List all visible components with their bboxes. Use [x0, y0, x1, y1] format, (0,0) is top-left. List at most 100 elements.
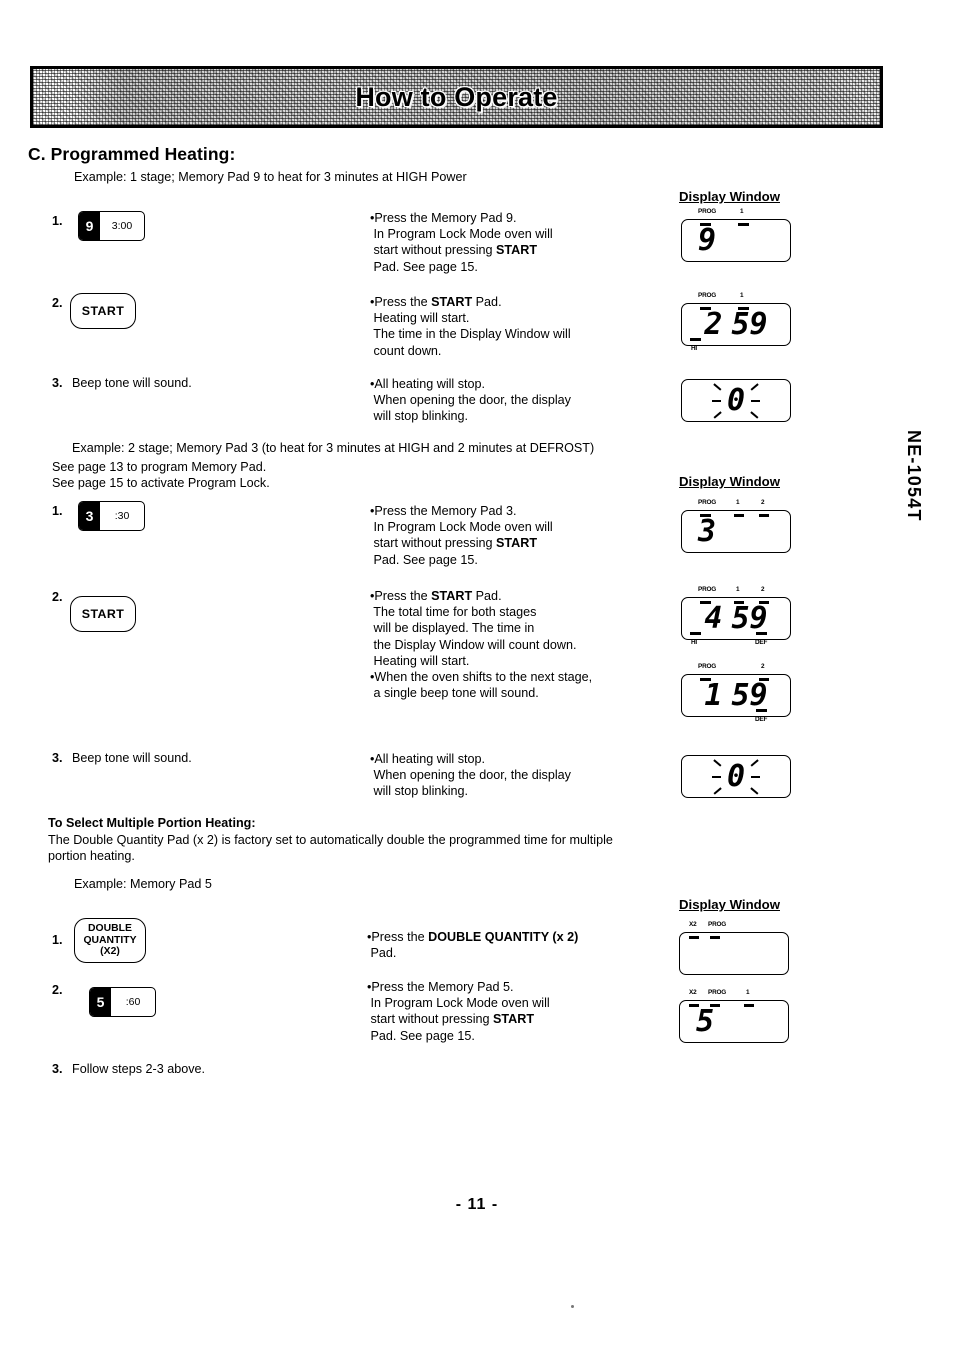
example2-step1-instruction: •Press the Memory Pad 3. In Program Lock…	[370, 504, 553, 567]
x2-label: X2	[689, 989, 697, 996]
stage-2-label: 2	[761, 586, 765, 593]
example2-step2-instruction: •Press the START Pad. The total time for…	[370, 589, 593, 701]
prog-label: PROG	[708, 989, 727, 996]
prog-label: PROG	[698, 663, 717, 670]
display-window-2-2b: PROG 2 1 59 DEF	[681, 663, 791, 723]
prog-label: PROG	[698, 208, 717, 215]
lcd-digits: 0	[726, 383, 746, 418]
memory-pad-9-button[interactable]: 9 3:00	[78, 211, 145, 241]
hi-indicator-dash	[690, 338, 701, 341]
annunciators-top: PROG 1 2	[682, 586, 792, 598]
multiple-portion-heading: To Select Multiple Portion Heating:	[48, 816, 256, 830]
multiple-portion-step2-instruction: •Press the Memory Pad 5. In Program Lock…	[367, 980, 550, 1043]
annunciators-top: PROG 1	[682, 292, 792, 304]
multiple-portion-step3-number: 3.	[52, 1062, 63, 1076]
memory-pad-number: 5	[90, 988, 111, 1016]
def-label: DEF	[755, 716, 768, 723]
hi-label: HI	[691, 639, 697, 646]
multiple-portion-caption: Example: Memory Pad 5	[74, 877, 212, 891]
memory-pad-number: 3	[79, 502, 100, 530]
example1-step3-left-text: Beep tone will sound.	[72, 376, 192, 390]
display-window-3-2: X2 PROG 1 5	[679, 989, 789, 1043]
prog-label: PROG	[698, 586, 717, 593]
hi-label: HI	[691, 345, 697, 352]
example2-step3-instruction: •All heating will stop. When opening the…	[370, 752, 571, 799]
page-number: - 11 -	[455, 1196, 499, 1213]
scan-artifact-dot	[571, 1305, 574, 1308]
memory-pad-number: 9	[79, 212, 100, 240]
annunciators-top: PROG 1 2	[682, 499, 792, 511]
double-quantity-pad-button[interactable]: DOUBLE QUANTITY (X2)	[74, 918, 146, 963]
stage-2-label: 2	[761, 663, 765, 670]
def-label: DEF	[755, 639, 768, 646]
display-window-3-1: X2 PROG	[679, 921, 789, 975]
multiple-portion-step1-instruction: •Press the DOUBLE QUANTITY (x 2) Pad.	[367, 930, 579, 961]
lcd-digits: 1 59	[704, 678, 768, 713]
lcd-digits	[680, 936, 788, 972]
document-page: How to Operate C. Programmed Heating: Ex…	[0, 0, 954, 1350]
lcd-digits: 9	[698, 223, 717, 258]
example2-step2-number: 2.	[52, 590, 63, 604]
example2-step1-number: 1.	[52, 504, 63, 518]
display-window-label-1: Display Window	[679, 189, 780, 204]
display-window-label-2: Display Window	[679, 474, 780, 489]
annunciators-bottom: DEF	[682, 716, 792, 728]
example1-step2-instruction: •Press the START Pad. Heating will start…	[370, 295, 571, 358]
memory-pad-3-button[interactable]: 3 :30	[78, 501, 145, 531]
start-pad-button-1[interactable]: START	[70, 293, 136, 329]
example1-step1-instruction: •Press the Memory Pad 9. In Program Lock…	[370, 211, 553, 274]
def-indicator-dash	[756, 632, 767, 635]
display-window-1-2: PROG 1 2 59 HI	[681, 292, 791, 352]
annunciators-top: PROG 2	[682, 663, 792, 675]
def-indicator-dash	[756, 709, 767, 712]
prog-label: PROG	[698, 292, 717, 299]
multiple-portion-body: The Double Quantity Pad (x 2) is factory…	[48, 833, 613, 864]
multiple-portion-step3-left-text: Follow steps 2-3 above.	[72, 1062, 206, 1076]
display-window-1-3: 0	[681, 379, 791, 422]
memory-pad-5-button[interactable]: 5 :60	[89, 987, 156, 1017]
stage-1-label: 1	[740, 292, 744, 299]
annunciators-top: X2 PROG	[680, 921, 790, 933]
stage-1-label: 1	[736, 586, 740, 593]
example1-step1-number: 1.	[52, 214, 63, 228]
start-pad-button-2[interactable]: START	[70, 596, 136, 632]
page-header-banner: How to Operate	[30, 66, 883, 128]
stage-1-label: 1	[740, 208, 744, 215]
prog-label: PROG	[708, 921, 727, 928]
lcd-digits: 3	[698, 514, 717, 549]
memory-pad-time: 3:00	[111, 220, 133, 232]
annunciators-top: X2 PROG 1	[680, 989, 790, 1001]
example1-step2-number: 2.	[52, 296, 63, 310]
double-quantity-pad-label: DOUBLE QUANTITY (X2)	[83, 923, 137, 958]
example2-caption: Example: 2 stage; Memory Pad 3 (to heat …	[72, 441, 595, 455]
stage-1-label: 1	[746, 989, 750, 996]
hi-indicator-dash	[690, 632, 701, 635]
annunciators-top: PROG 1	[682, 208, 792, 220]
lcd-digits: 0	[726, 759, 746, 794]
section-heading: C. Programmed Heating:	[28, 144, 236, 164]
display-window-2-3: 0	[681, 755, 791, 798]
display-window-label-3: Display Window	[679, 897, 780, 912]
stage-1-label: 1	[736, 499, 740, 506]
multiple-portion-step1-number: 1.	[52, 933, 63, 947]
model-number-vertical: NE-1054T	[904, 430, 924, 522]
example1-step3-instruction: •All heating will stop. When opening the…	[370, 377, 571, 424]
example1-caption: Example: 1 stage; Memory Pad 9 to heat f…	[74, 170, 467, 184]
memory-pad-time: :30	[114, 510, 130, 522]
stage-2-label: 2	[761, 499, 765, 506]
display-window-2-1: PROG 1 2 3	[681, 499, 791, 553]
banner-inner: How to Operate	[33, 69, 880, 125]
prog-label: PROG	[698, 499, 717, 506]
page-title: How to Operate	[355, 81, 558, 112]
multiple-portion-step2-number: 2.	[52, 983, 63, 997]
annunciators-bottom: HI	[682, 345, 792, 357]
x2-label: X2	[689, 921, 697, 928]
lcd-digits: 5	[696, 1004, 715, 1039]
memory-pad-time: :60	[125, 996, 141, 1008]
example2-step3-number: 3.	[52, 751, 63, 765]
display-window-2-2: PROG 1 2 4 59 HI DEF	[681, 586, 791, 646]
example1-step3-number: 3.	[52, 376, 63, 390]
example2-note-2: See page 15 to activate Program Lock.	[52, 476, 270, 490]
example2-note-1: See page 13 to program Memory Pad.	[52, 460, 267, 474]
example2-step3-left-text: Beep tone will sound.	[72, 751, 192, 765]
